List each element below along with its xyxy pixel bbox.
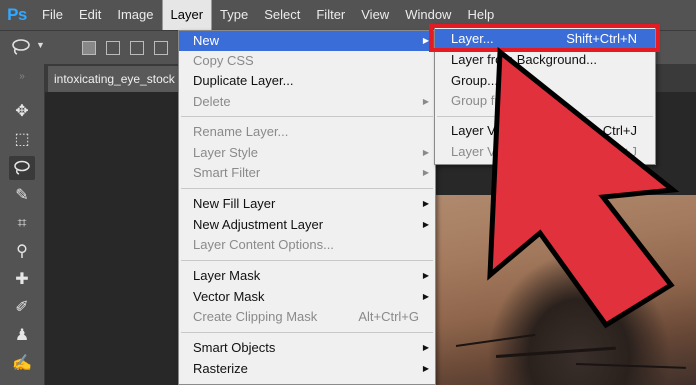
menu-item-rasterize[interactable]: Rasterize ▶ xyxy=(179,359,435,379)
history-brush-tool-icon[interactable]: ✍ xyxy=(9,352,35,376)
add-to-selection-icon[interactable] xyxy=(106,41,120,55)
intersect-selection-icon[interactable] xyxy=(154,41,168,55)
tool-preset-chevron-icon[interactable]: ▼ xyxy=(36,40,45,50)
annotation-highlight-box xyxy=(429,24,660,52)
clone-stamp-tool-icon[interactable]: ♟ xyxy=(9,324,35,348)
submenu-item-group[interactable]: Group... xyxy=(435,71,655,91)
submenu-item-layer-via-copy[interactable]: Layer Via Copy Ctrl+J xyxy=(435,121,655,141)
submenu-item-group-from-layers[interactable]: Group from Layers... xyxy=(435,91,655,111)
submenu-arrow-icon: ▶ xyxy=(422,364,429,373)
menu-select[interactable]: Select xyxy=(256,0,308,30)
lasso-tool-icon[interactable] xyxy=(9,156,35,180)
menu-item-create-clipping-mask[interactable]: Create Clipping Mask Alt+Ctrl+G xyxy=(179,307,435,327)
eyedropper-tool-icon[interactable]: ⚲ xyxy=(9,240,35,264)
menu-item-copy-css[interactable]: Copy CSS xyxy=(179,51,435,71)
menu-item-layer-content-options[interactable]: Layer Content Options... xyxy=(179,235,435,255)
document-tab[interactable]: intoxicating_eye_stock xyxy=(48,66,188,92)
menu-item-delete[interactable]: Delete ▶ xyxy=(179,92,435,112)
menu-item-new[interactable]: New ▶ xyxy=(179,31,435,51)
submenu-arrow-icon: ▶ xyxy=(422,292,429,301)
submenu-arrow-icon: ▶ xyxy=(422,148,429,157)
submenu-item-layer-via-cut[interactable]: Layer Via Cut Shift+Ctrl+J xyxy=(435,142,655,162)
canvas-image xyxy=(436,195,696,385)
crop-tool-icon[interactable]: ⌗ xyxy=(9,212,35,236)
submenu-arrow-icon: ▶ xyxy=(422,199,429,208)
new-selection-icon[interactable] xyxy=(82,41,96,55)
menu-filter[interactable]: Filter xyxy=(308,0,353,30)
menu-separator xyxy=(437,116,653,117)
layer-menu-dropdown: New ▶ Copy CSS Duplicate Layer... Delete… xyxy=(178,30,436,385)
menu-item-smart-filter[interactable]: Smart Filter ▶ xyxy=(179,163,435,183)
menu-item-new-fill-layer[interactable]: New Fill Layer ▶ xyxy=(179,194,435,214)
photoshop-logo: Ps xyxy=(7,5,27,24)
eyelash-line xyxy=(455,333,536,347)
marquee-tool-icon[interactable]: ⬚ xyxy=(9,128,35,152)
submenu-arrow-icon: ▶ xyxy=(422,343,429,352)
menu-type[interactable]: Type xyxy=(212,0,256,30)
menu-image[interactable]: Image xyxy=(109,0,161,30)
submenu-arrow-icon: ▶ xyxy=(422,271,429,280)
menu-separator xyxy=(181,188,433,189)
submenu-item-layer-from-background[interactable]: Layer from Background... xyxy=(435,50,655,70)
menu-separator xyxy=(181,260,433,261)
menu-item-vector-mask[interactable]: Vector Mask ▶ xyxy=(179,287,435,307)
menu-item-new-adjustment-layer[interactable]: New Adjustment Layer ▶ xyxy=(179,215,435,235)
eyelash-line xyxy=(495,346,616,358)
submenu-arrow-icon: ▶ xyxy=(422,168,429,177)
menu-item-layer-mask[interactable]: Layer Mask ▶ xyxy=(179,266,435,286)
menu-view[interactable]: View xyxy=(353,0,397,30)
toolbar-grip-icon[interactable]: » xyxy=(16,72,28,92)
menu-separator xyxy=(181,332,433,333)
eyelash-line xyxy=(575,363,686,369)
menu-file[interactable]: File xyxy=(34,0,71,30)
move-tool-icon[interactable]: ✥ xyxy=(9,100,35,124)
menu-item-duplicate-layer[interactable]: Duplicate Layer... xyxy=(179,71,435,91)
brush-tool-icon[interactable]: ✐ xyxy=(9,296,35,320)
healing-brush-tool-icon[interactable]: ✚ xyxy=(9,268,35,292)
submenu-arrow-icon: ▶ xyxy=(422,220,429,229)
menu-layer[interactable]: Layer xyxy=(161,0,213,30)
quick-select-tool-icon[interactable]: ✎ xyxy=(9,184,35,208)
submenu-arrow-icon: ▶ xyxy=(422,97,429,106)
menu-item-smart-objects[interactable]: Smart Objects ▶ xyxy=(179,338,435,358)
menu-separator xyxy=(181,116,433,117)
menu-edit[interactable]: Edit xyxy=(71,0,109,30)
subtract-from-selection-icon[interactable] xyxy=(130,41,144,55)
lasso-icon[interactable] xyxy=(10,38,32,60)
menu-item-layer-style[interactable]: Layer Style ▶ xyxy=(179,143,435,163)
menu-item-rename-layer[interactable]: Rename Layer... xyxy=(179,122,435,142)
